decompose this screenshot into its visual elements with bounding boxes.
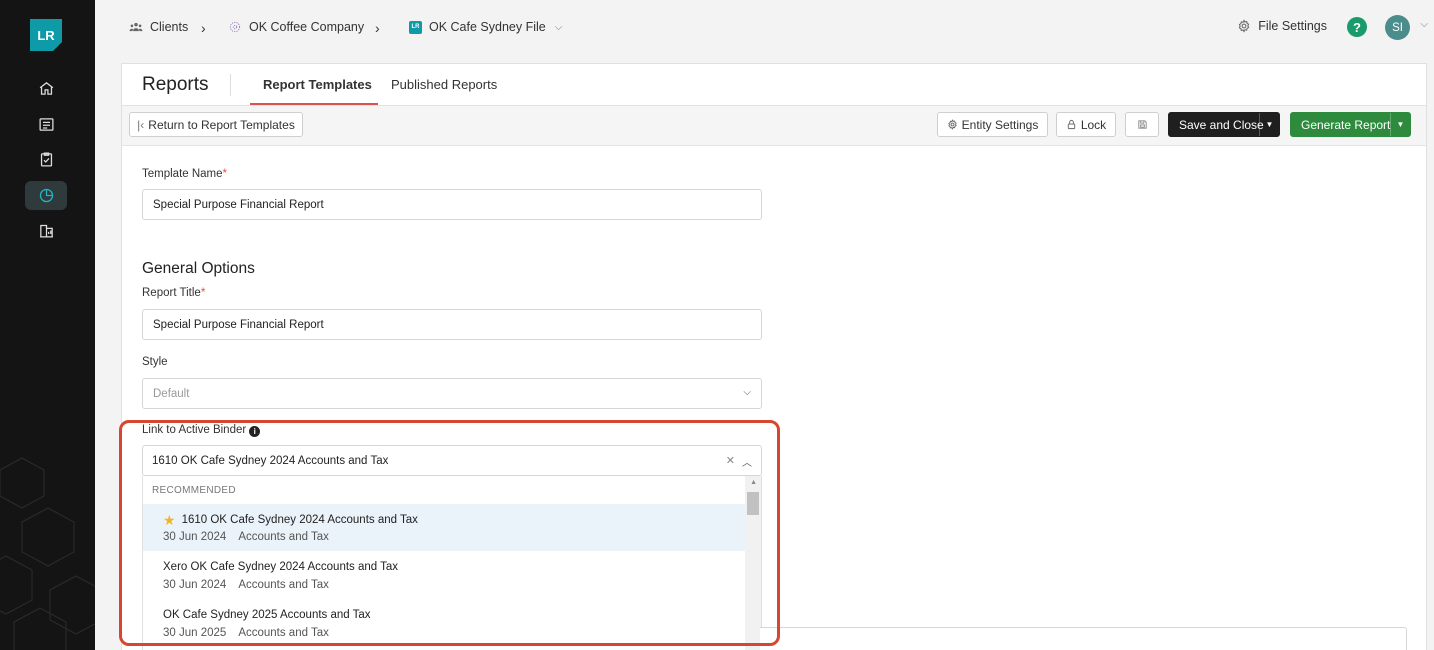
save-and-close-button[interactable]: Save and Close ▼ bbox=[1168, 112, 1280, 137]
info-icon[interactable]: i bbox=[249, 426, 261, 437]
option-type: Accounts and Tax bbox=[238, 531, 329, 543]
nav-reports[interactable] bbox=[25, 181, 67, 210]
entity-settings-button[interactable]: Entity Settings bbox=[937, 112, 1048, 137]
building-chart-icon bbox=[39, 224, 53, 238]
generate-options-caret-icon[interactable]: ▼ bbox=[1390, 113, 1410, 136]
lock-label: Lock bbox=[1080, 117, 1107, 132]
binder-select-value: 1610 OK Cafe Sydney 2024 Accounts and Ta… bbox=[152, 454, 389, 467]
save-button[interactable] bbox=[1125, 112, 1159, 137]
help-icon[interactable]: ? bbox=[1347, 17, 1367, 37]
lock-button[interactable]: Lock bbox=[1056, 112, 1116, 137]
breadcrumb-file-label: OK Cafe Sydney File bbox=[429, 20, 546, 34]
scrollbar-thumb[interactable] bbox=[747, 492, 759, 515]
breadcrumb-clients-label: Clients bbox=[150, 20, 189, 34]
save-icon bbox=[1137, 120, 1147, 129]
template-name-label: Template Name* bbox=[142, 168, 228, 180]
style-select-value: Default bbox=[153, 387, 190, 400]
file-settings-label: File Settings bbox=[1258, 19, 1327, 33]
file-badge-icon: LR bbox=[409, 20, 422, 34]
breadcrumb-clients[interactable]: Clients bbox=[129, 20, 188, 34]
binder-select[interactable]: 1610 OK Cafe Sydney 2024 Accounts and Ta… bbox=[142, 445, 762, 476]
return-button[interactable]: |‹ Return to Report Templates bbox=[129, 112, 303, 137]
style-select[interactable]: Default ⌵ bbox=[142, 378, 762, 409]
clipboard-check-icon bbox=[40, 152, 52, 167]
binder-option[interactable]: OK Cafe Sydney 2025 Accounts and Tax 30 … bbox=[143, 600, 746, 647]
option-date: 30 Jun 2024 bbox=[163, 531, 227, 543]
clear-icon[interactable]: ✕ bbox=[726, 454, 735, 467]
entity-settings-label: Entity Settings bbox=[961, 117, 1039, 132]
avatar[interactable]: SI bbox=[1385, 15, 1410, 40]
card-header: Reports Report Templates Published Repor… bbox=[122, 64, 1426, 106]
breadcrumb-company[interactable]: OK Coffee Company bbox=[228, 20, 364, 34]
save-and-close-label: Save and Close bbox=[1179, 117, 1264, 132]
chevron-down-icon[interactable]: ⌵ bbox=[555, 22, 563, 33]
star-icon: ★ bbox=[163, 512, 176, 528]
style-label: Style bbox=[142, 356, 168, 368]
return-arrow-icon: |‹ bbox=[137, 117, 145, 132]
option-date: 30 Jun 2024 bbox=[163, 579, 227, 591]
gear-icon bbox=[947, 119, 957, 130]
binder-option[interactable]: Xero OK Cafe Sydney 2024 Accounts and Ta… bbox=[143, 552, 746, 599]
chevron-down-icon: ⌵ bbox=[743, 387, 751, 398]
dropdown-scrollbar[interactable]: ▲ bbox=[745, 476, 761, 650]
divider bbox=[230, 74, 231, 96]
company-logo-icon bbox=[229, 21, 241, 33]
gear-icon bbox=[1238, 19, 1250, 33]
pie-chart-icon bbox=[39, 188, 53, 203]
app-logo[interactable]: LR bbox=[30, 19, 62, 51]
chevron-down-icon[interactable]: ⌵ bbox=[1420, 19, 1428, 30]
binder-label: Link to Active Binder i bbox=[142, 424, 261, 437]
scroll-up-icon[interactable]: ▲ bbox=[750, 479, 757, 486]
menu-group-label: RECOMMENDED bbox=[152, 485, 236, 496]
generate-report-button[interactable]: Generate Report ▼ bbox=[1290, 112, 1411, 137]
breadcrumb-company-label: OK Coffee Company bbox=[249, 20, 365, 34]
option-date: 30 Jun 2025 bbox=[163, 627, 227, 639]
document-icon bbox=[38, 118, 54, 131]
nav-documents[interactable] bbox=[25, 110, 67, 139]
page-title: Reports bbox=[142, 74, 209, 95]
generate-report-label: Generate Report bbox=[1301, 117, 1391, 132]
binder-dropdown-menu: RECOMMENDED ★ 1610 OK Cafe Sydney 2024 Ac… bbox=[142, 476, 762, 650]
file-settings-button[interactable]: File Settings bbox=[1237, 19, 1327, 33]
section-title: General Options bbox=[142, 260, 255, 277]
option-title: OK Cafe Sydney 2025 Accounts and Tax bbox=[163, 609, 371, 621]
top-bar: Clients › OK Coffee Company › LR OK Cafe… bbox=[95, 0, 1434, 57]
report-title-input[interactable]: Special Purpose Financial Report bbox=[142, 309, 762, 340]
people-icon bbox=[129, 22, 143, 32]
template-name-input[interactable]: Special Purpose Financial Report bbox=[142, 189, 762, 220]
report-title-label: Report Title* bbox=[142, 287, 206, 299]
option-title: Xero OK Cafe Sydney 2024 Accounts and Ta… bbox=[163, 561, 399, 573]
option-type: Accounts and Tax bbox=[238, 627, 329, 639]
option-type: Accounts and Tax bbox=[238, 579, 329, 591]
active-tab-indicator bbox=[250, 103, 378, 105]
background-field bbox=[760, 627, 1407, 650]
sidebar: LR bbox=[0, 0, 95, 650]
return-button-label: Return to Report Templates bbox=[148, 117, 295, 132]
nav-analytics[interactable] bbox=[25, 216, 67, 245]
tab-report-templates[interactable]: Report Templates bbox=[263, 77, 372, 92]
breadcrumb-chevron-icon: › bbox=[201, 20, 206, 36]
save-options-caret-icon[interactable]: ▼ bbox=[1259, 113, 1279, 136]
chevron-up-icon[interactable]: ︿ bbox=[742, 454, 752, 469]
tab-published-reports[interactable]: Published Reports bbox=[391, 77, 497, 92]
lock-icon bbox=[1067, 119, 1075, 130]
breadcrumb-file[interactable]: LR OK Cafe Sydney File ⌵ bbox=[409, 20, 562, 34]
option-title: 1610 OK Cafe Sydney 2024 Accounts and Ta… bbox=[181, 514, 418, 526]
reports-card: Reports Report Templates Published Repor… bbox=[121, 63, 1427, 650]
hexagon-pattern bbox=[0, 457, 95, 650]
home-icon bbox=[39, 82, 53, 95]
nav-home[interactable] bbox=[25, 74, 67, 103]
nav-tasks[interactable] bbox=[25, 145, 67, 174]
toolbar: |‹ Return to Report Templates Entity Set… bbox=[122, 106, 1426, 146]
breadcrumb-chevron-icon: › bbox=[375, 20, 380, 36]
binder-option[interactable]: ★ 1610 OK Cafe Sydney 2024 Accounts and T… bbox=[143, 504, 746, 551]
